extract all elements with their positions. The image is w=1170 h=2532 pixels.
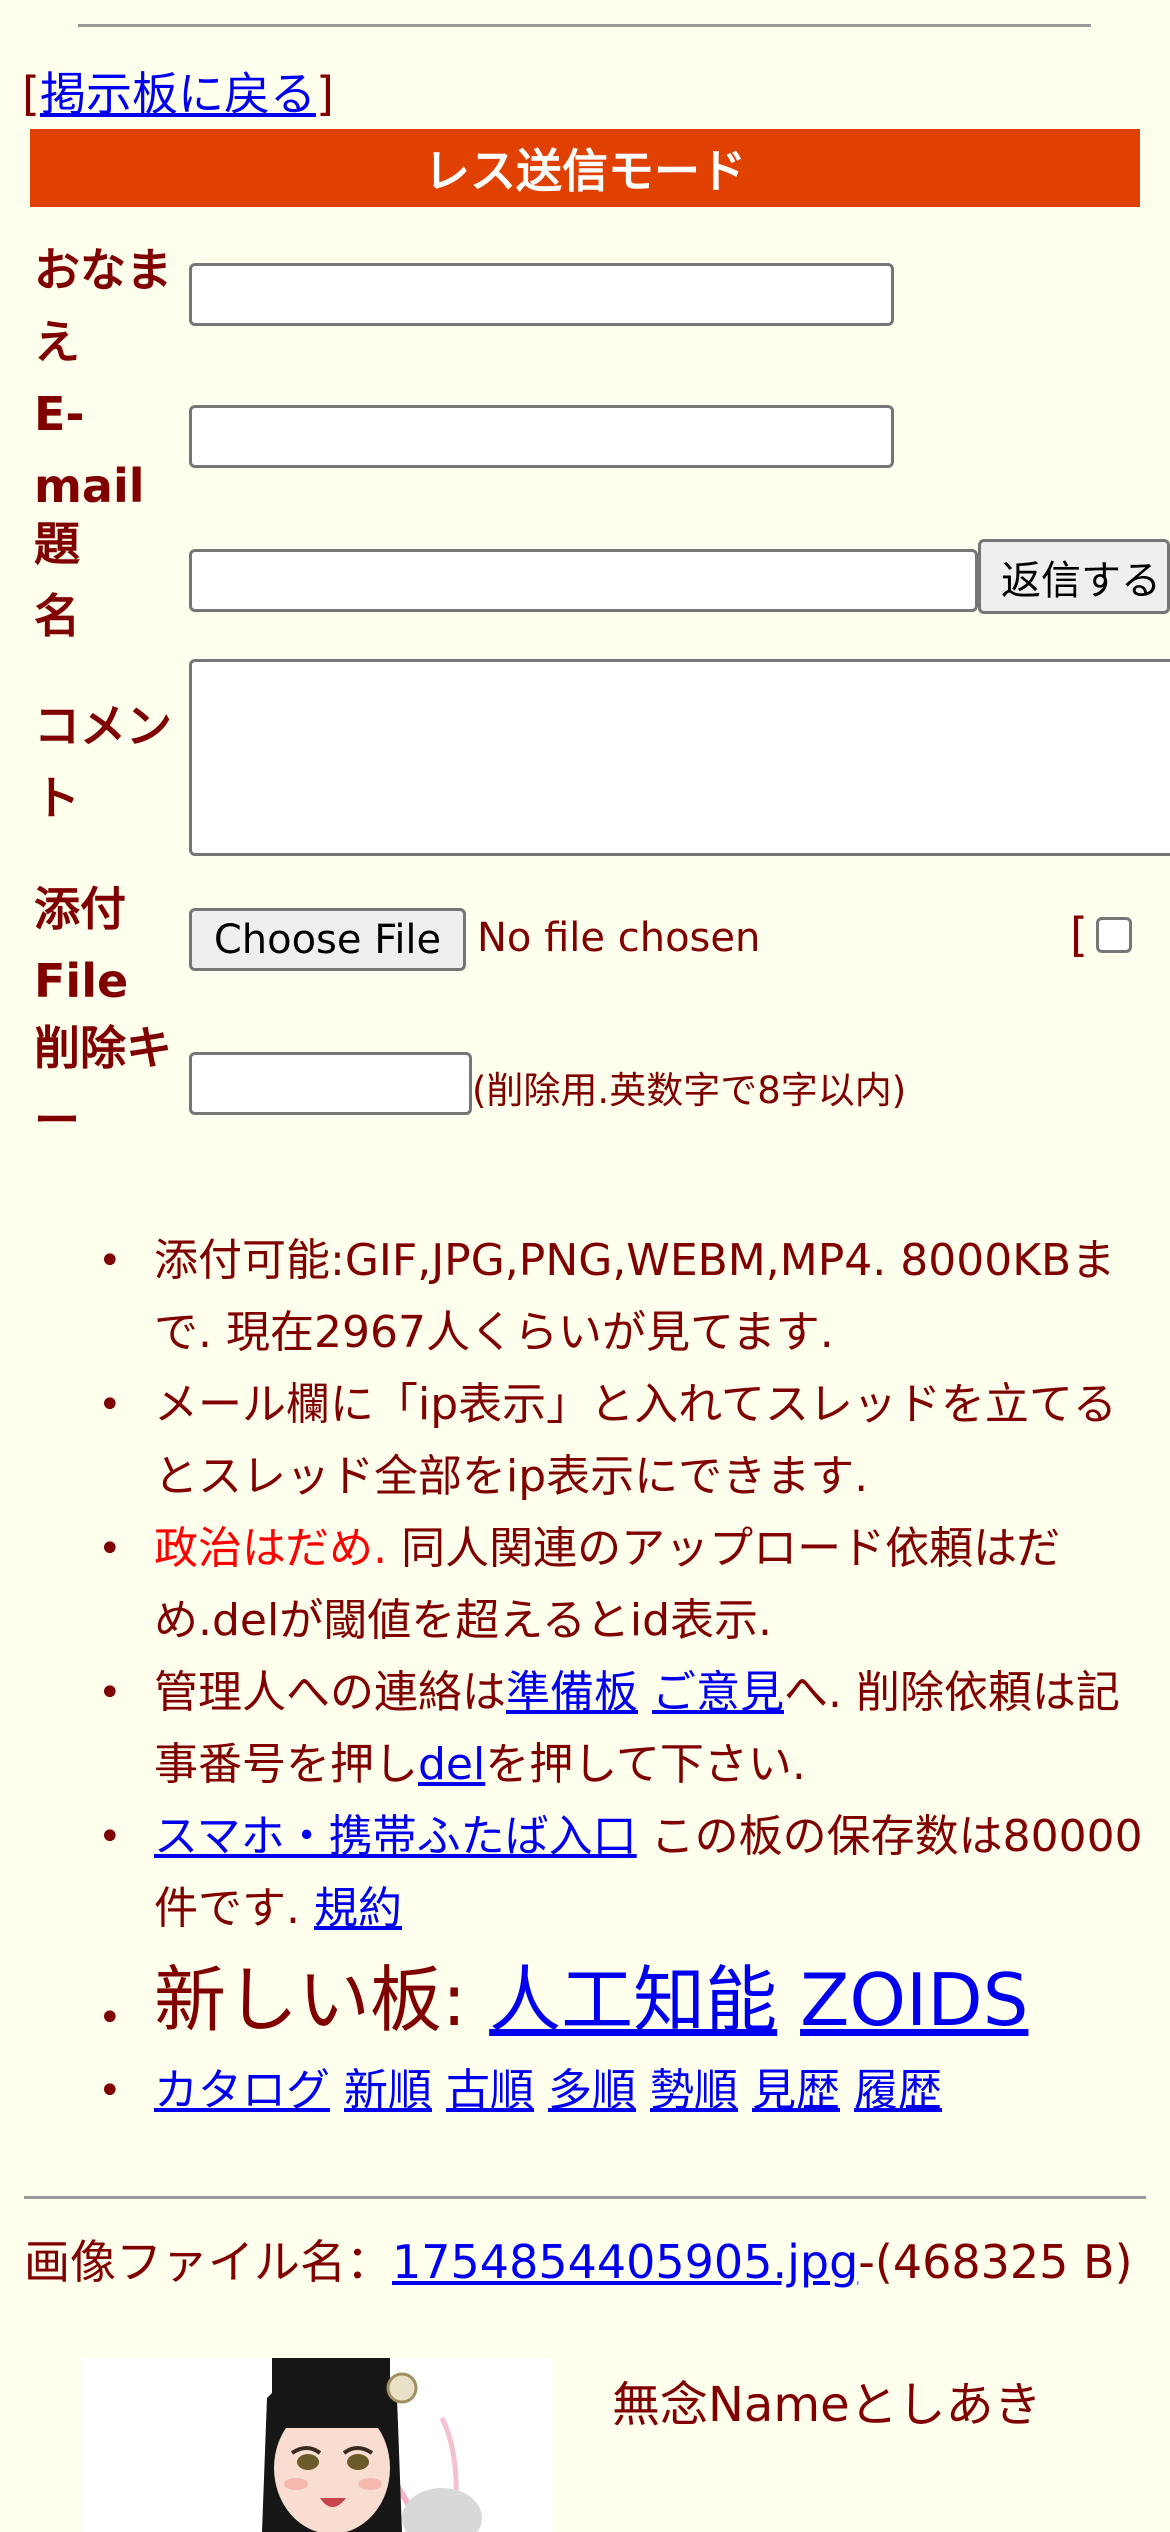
terms-link[interactable]: 規約: [314, 1883, 402, 1934]
rule-item-mobile: スマホ・携帯ふたば入口 この板の保存数は80000件です. 規約: [0, 1801, 1170, 1945]
rule-item-sort-links: カタログ 新順 古順 多順 勢順 見歴 履歴: [0, 2055, 1170, 2127]
rule-item-new-boards: 新しい板: 人工知能 ZOIDS: [0, 1945, 1170, 2073]
comment-label: コメント: [34, 699, 172, 825]
back-nav: [掲示板に戻る]: [22, 58, 334, 124]
post-history-link[interactable]: 履歴: [854, 2065, 942, 2116]
catalog-link[interactable]: カタログ: [154, 2065, 330, 2116]
top-divider: [78, 24, 1091, 27]
name-label: おなまえ: [34, 243, 172, 369]
reply-submit-button[interactable]: 返信する: [978, 539, 1170, 614]
prep-board-link[interactable]: 準備板: [506, 1667, 638, 1718]
email-label: E-mail: [34, 387, 145, 513]
mobile-entrance-link[interactable]: スマホ・携帯ふたば入口: [154, 1811, 637, 1862]
rule-item-contact: 管理人への連絡は準備板 ご意見へ. 削除依頼は記事番号を押しdelを押して下さい…: [0, 1657, 1170, 1801]
viewed-history-link[interactable]: 見歴: [752, 2065, 840, 2116]
section-divider: [24, 2196, 1146, 2199]
rule-item-politics: 政治はだめ. 同人関連のアップロード依頼はだめ.delが閾値を超えるとid表示.: [0, 1513, 1170, 1657]
image-toggle: [: [1070, 908, 1132, 962]
file-info: 画像ファイル名：1754854405905.jpg-(468325 B): [24, 2235, 1133, 2289]
subject-label: 題名: [34, 517, 80, 643]
delkey-note: (削除用.英数字で8字以内): [472, 1069, 907, 1112]
board-rules-list: 添付可能:GIF,JPG,PNG,WEBM,MP4. 8000KBまで. 現在2…: [0, 1225, 1170, 2127]
name-input[interactable]: [189, 263, 894, 326]
bracket-close: ]: [315, 67, 334, 121]
bracket-open: [: [22, 67, 40, 121]
anime-girl-thumbnail-image: [82, 2358, 552, 2532]
rule-item-attachments: 添付可能:GIF,JPG,PNG,WEBM,MP4. 8000KBまで. 現在2…: [0, 1225, 1170, 1369]
sort-many-link[interactable]: 多順: [548, 2065, 636, 2116]
sort-old-link[interactable]: 古順: [446, 2065, 534, 2116]
no-file-chosen-text: No file chosen: [477, 915, 761, 961]
del-link[interactable]: del: [418, 1739, 485, 1790]
choose-file-button[interactable]: Choose File: [189, 908, 466, 971]
image-checkbox[interactable]: [1095, 917, 1132, 953]
email-input[interactable]: [189, 405, 894, 468]
sort-momentum-link[interactable]: 勢順: [650, 2065, 738, 2116]
image-toggle-bracket: [: [1070, 908, 1088, 962]
poster-name: 無念Nameとしあき: [612, 2377, 1042, 2433]
back-to-board-link[interactable]: 掲示板に戻る: [40, 67, 316, 121]
sort-new-link[interactable]: 新順: [344, 2065, 432, 2116]
subject-input[interactable]: [189, 549, 978, 612]
delkey-label: 削除キー: [34, 1021, 172, 1147]
politics-warning: 政治はだめ.: [154, 1523, 388, 1574]
feedback-link[interactable]: ご意見: [652, 1667, 784, 1718]
image-file-link[interactable]: 1754854405905.jpg: [392, 2235, 858, 2289]
file-label: 添付File: [34, 882, 129, 1008]
delkey-input[interactable]: [189, 1052, 472, 1115]
post-thumbnail[interactable]: [82, 2358, 552, 2532]
ai-board-link[interactable]: 人工知能: [489, 1958, 777, 2042]
comment-textarea[interactable]: [189, 659, 1170, 856]
reply-mode-header: レス送信モード: [30, 129, 1140, 207]
zoids-board-link[interactable]: ZOIDS: [800, 1958, 1028, 2042]
rule-item-ip-display: メール欄に「ip表示」と入れてスレッドを立てるとスレッド全部をip表示にできます…: [0, 1369, 1170, 1513]
